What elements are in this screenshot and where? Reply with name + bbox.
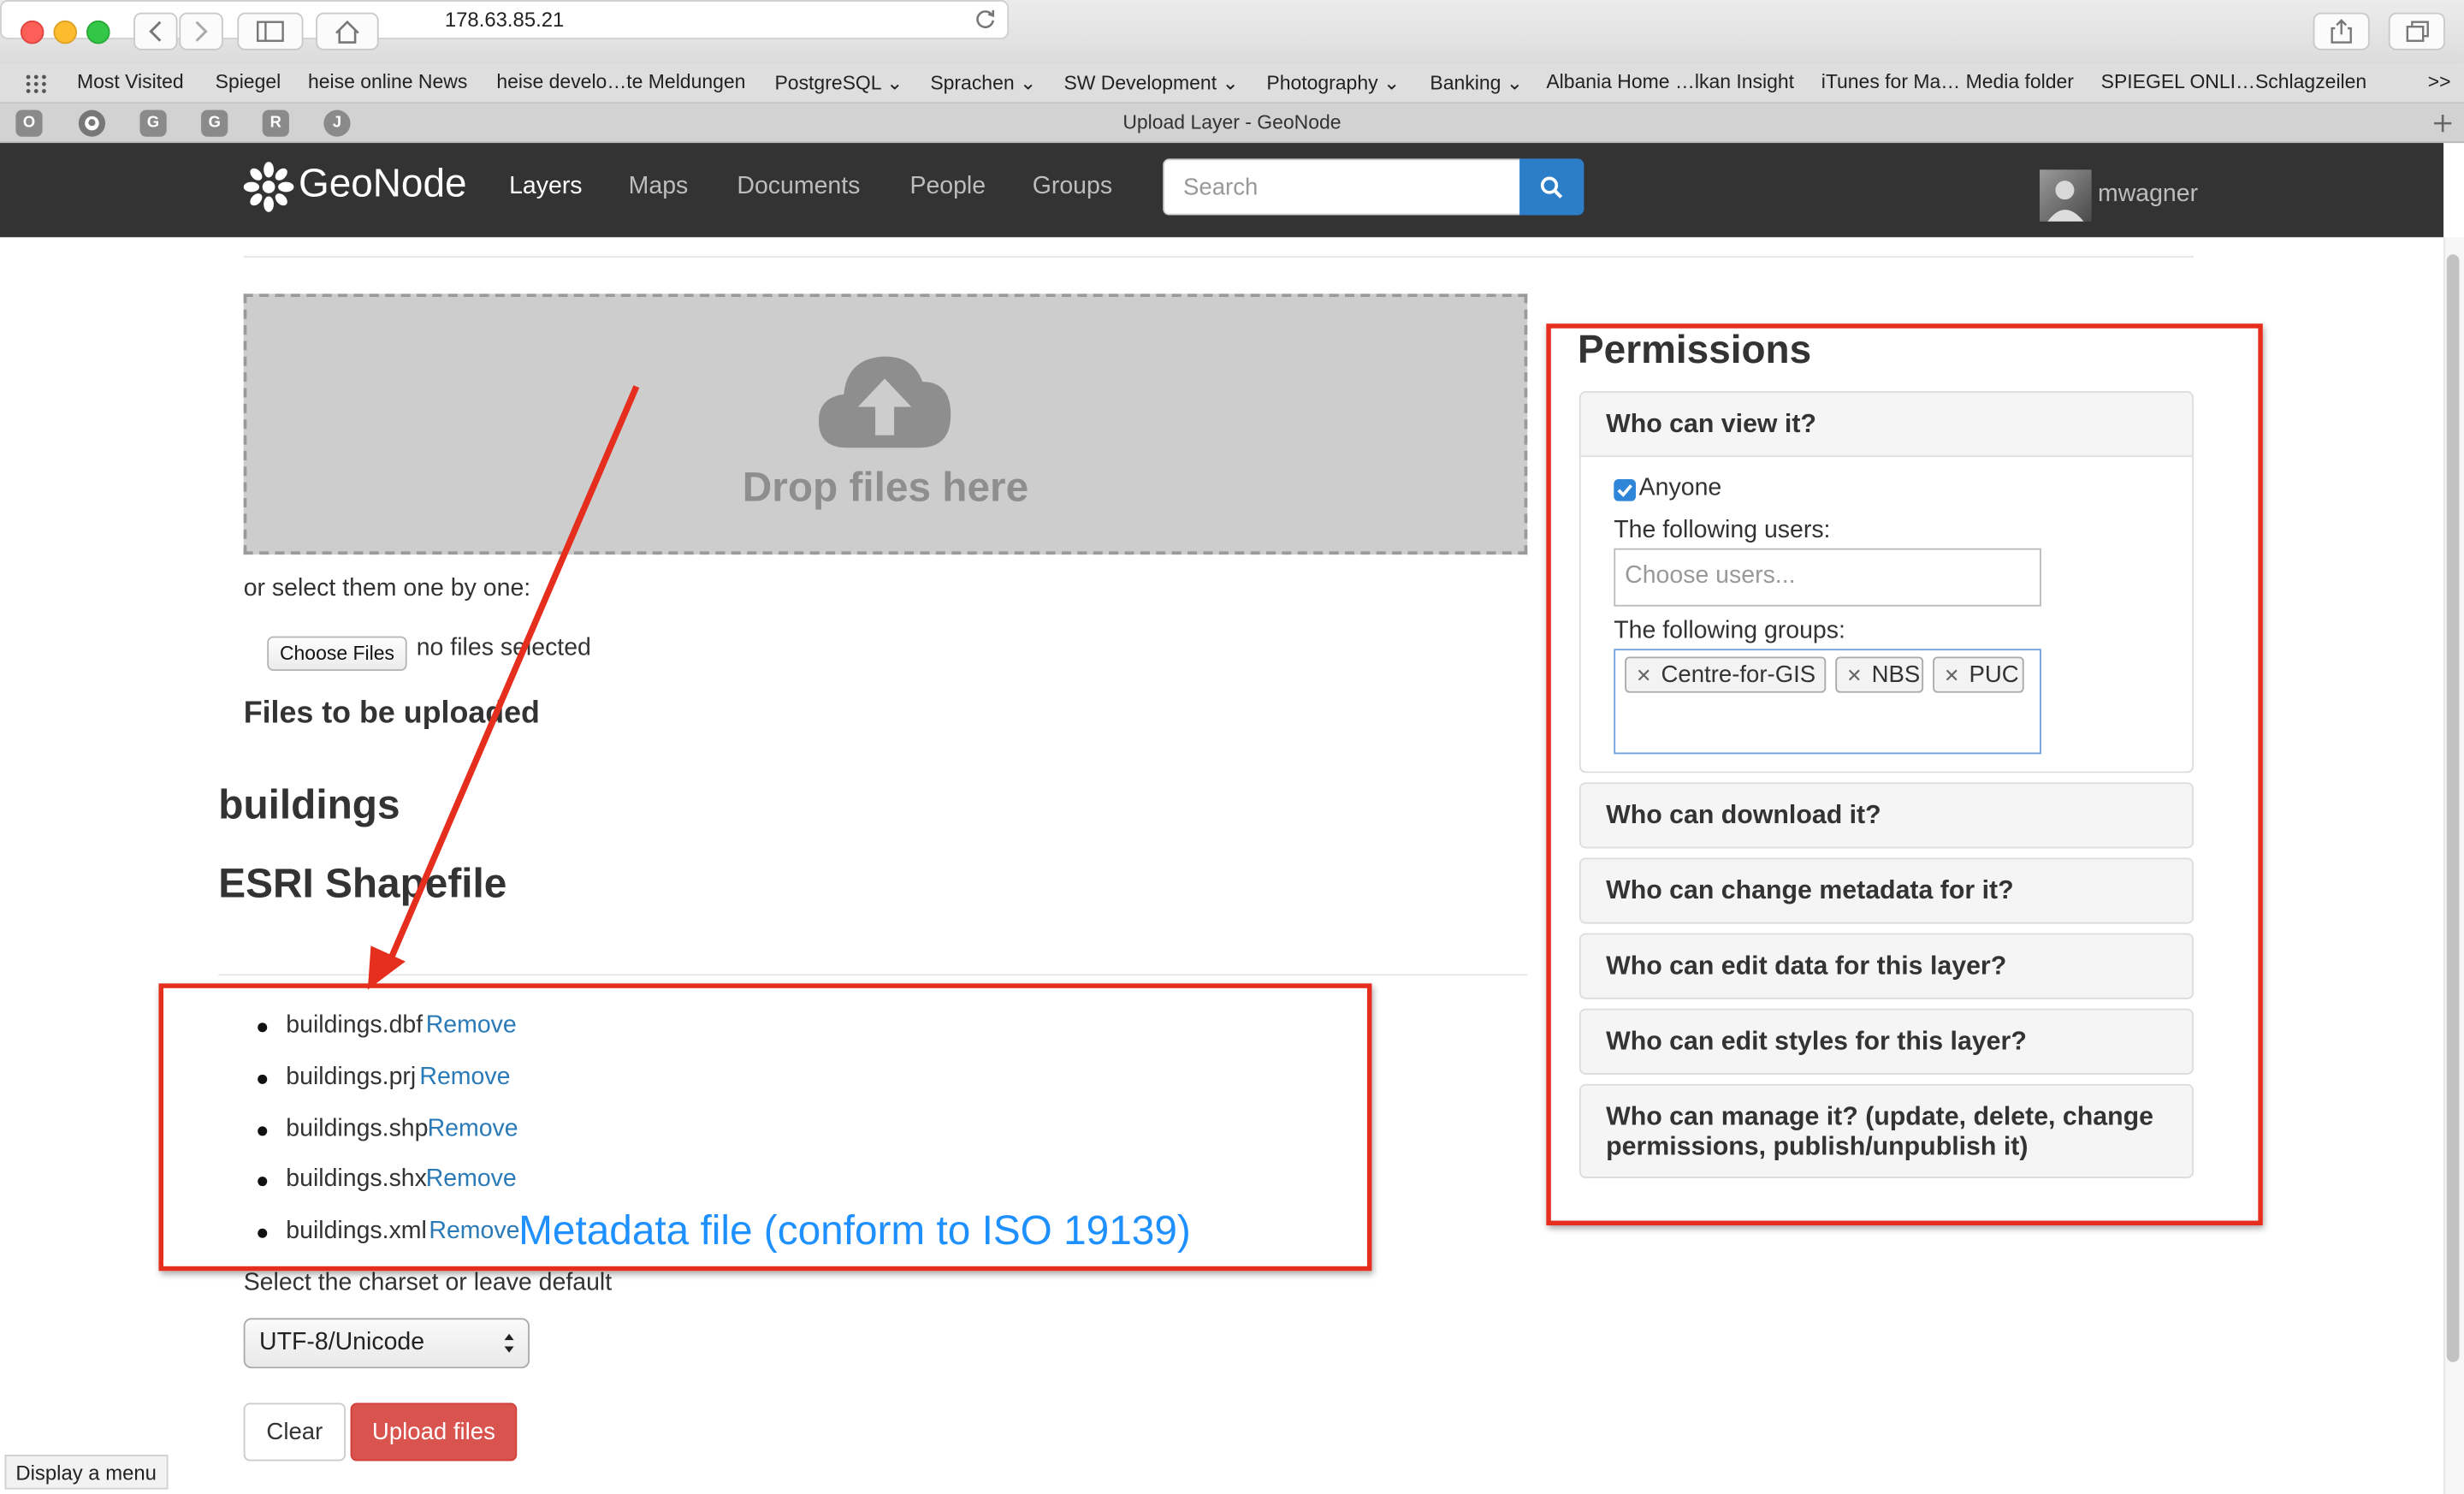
annotation-arrow-icon: [367, 385, 640, 990]
status-tooltip: Display a menu: [4, 1455, 168, 1490]
